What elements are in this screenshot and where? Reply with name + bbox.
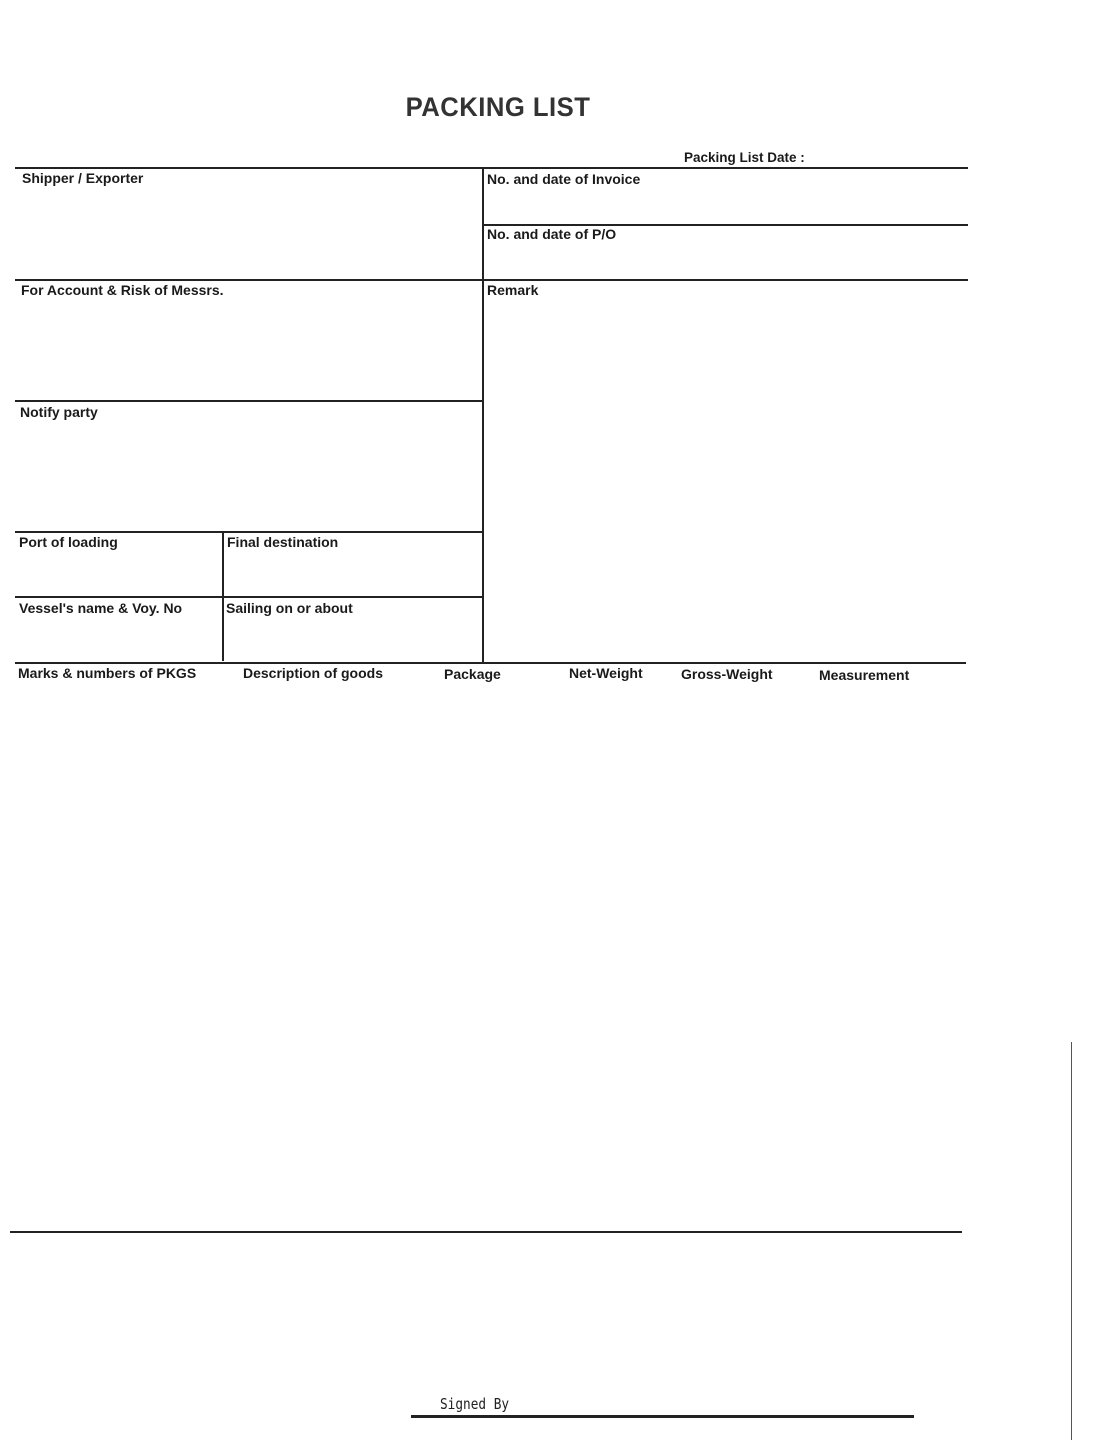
remark-label: Remark <box>487 282 539 298</box>
port-of-loading-label: Port of loading <box>19 534 118 550</box>
packing-list-date-label: Packing List Date : <box>684 150 805 165</box>
goods-bottom-rule <box>10 1231 962 1233</box>
shipper-rule <box>15 279 968 281</box>
po-label: No. and date of P/O <box>487 226 617 242</box>
account-risk-field[interactable] <box>20 302 475 398</box>
sailing-field[interactable] <box>227 619 477 659</box>
final-destination-label: Final destination <box>227 534 339 550</box>
signed-by-field[interactable] <box>520 1393 910 1415</box>
goods-header-rule <box>15 662 966 664</box>
port-rule <box>15 596 483 598</box>
notify-party-field[interactable] <box>20 424 475 528</box>
notify-rule <box>15 531 483 533</box>
notify-party-label: Notify party <box>20 404 98 420</box>
column-header-marks: Marks & numbers of PKGS <box>18 665 197 681</box>
shipper-exporter-field[interactable] <box>20 190 475 272</box>
port-of-loading-field[interactable] <box>19 553 217 593</box>
account-risk-label: For Account & Risk of Messrs. <box>21 282 224 298</box>
column-header-gross-weight: Gross-Weight <box>681 666 773 682</box>
signed-by-label: Signed By <box>440 1395 510 1413</box>
shipper-exporter-label: Shipper / Exporter <box>22 170 144 186</box>
column-header-package: Package <box>444 666 501 682</box>
invoice-field[interactable] <box>487 190 962 222</box>
column-divider <box>482 167 484 664</box>
vessel-voy-label: Vessel's name & Voy. No <box>19 600 183 616</box>
signature-line <box>411 1415 914 1418</box>
account-rule <box>15 400 483 402</box>
document-title: PACKING LIST <box>405 92 591 122</box>
vessel-voy-field[interactable] <box>19 619 217 659</box>
column-header-description: Description of goods <box>243 665 383 681</box>
packing-list-date-field[interactable] <box>830 146 966 166</box>
invoice-label: No. and date of Invoice <box>487 171 641 187</box>
remark-field[interactable] <box>487 302 962 657</box>
top-rule <box>15 167 968 169</box>
goods-table-body[interactable] <box>15 690 965 1225</box>
page-edge-line <box>1071 1042 1072 1440</box>
column-header-net-weight: Net-Weight <box>569 665 643 681</box>
final-destination-field[interactable] <box>227 553 477 593</box>
po-field[interactable] <box>487 245 962 277</box>
sailing-label: Sailing on or about <box>226 600 353 616</box>
column-header-measurement: Measurement <box>819 667 910 683</box>
